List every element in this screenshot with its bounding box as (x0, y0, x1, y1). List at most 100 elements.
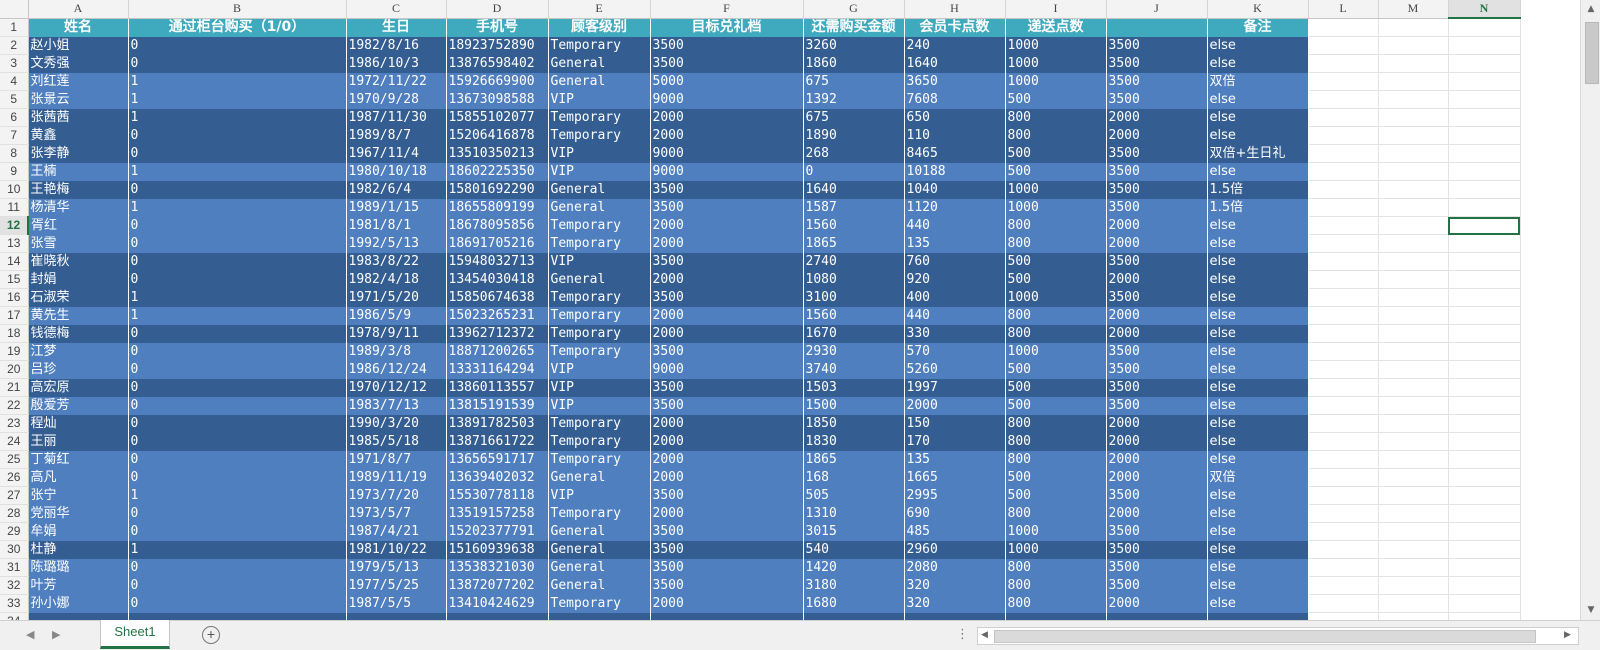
cell[interactable] (1308, 270, 1379, 289)
cell[interactable] (1378, 18, 1449, 37)
header-cell[interactable]: 还需购买金额 (803, 18, 905, 37)
cell[interactable] (1207, 612, 1309, 620)
cell[interactable]: else (1207, 450, 1309, 469)
cell[interactable]: 500 (1005, 378, 1107, 397)
cell[interactable]: 500 (1005, 270, 1107, 289)
cell[interactable]: 1080 (803, 270, 905, 289)
cell[interactable]: 石淑荣 (28, 288, 129, 307)
cell[interactable]: 505 (803, 486, 905, 505)
cell[interactable]: 刘红莲 (28, 72, 129, 91)
cell[interactable]: 党丽华 (28, 504, 129, 523)
cell[interactable]: else (1207, 162, 1309, 181)
cell[interactable] (1308, 594, 1379, 613)
header-cell[interactable]: 会员卡点数 (904, 18, 1006, 37)
cell[interactable] (1308, 540, 1379, 559)
cell[interactable]: Temporary (548, 306, 651, 325)
cell[interactable]: 2000 (650, 450, 804, 469)
cell[interactable]: 168 (803, 468, 905, 487)
row-header[interactable]: 18 (0, 324, 29, 343)
cell[interactable]: else (1207, 270, 1309, 289)
cell[interactable] (1378, 234, 1449, 253)
cell[interactable]: 800 (1005, 504, 1107, 523)
column-header-a[interactable]: A (28, 0, 129, 19)
scroll-down-icon[interactable]: ▼ (1584, 603, 1598, 617)
header-cell[interactable]: 递送点数 (1005, 18, 1107, 37)
cell[interactable]: 110 (904, 126, 1006, 145)
cell[interactable]: VIP (548, 252, 651, 271)
cell[interactable] (1448, 288, 1521, 307)
cell[interactable]: 2000 (650, 432, 804, 451)
cell[interactable]: 1.5倍 (1207, 180, 1309, 199)
cell[interactable]: 5260 (904, 360, 1006, 379)
row-header[interactable]: 31 (0, 558, 29, 577)
cell[interactable]: 3500 (1106, 180, 1208, 199)
cell[interactable] (1448, 198, 1521, 217)
cell[interactable]: else (1207, 432, 1309, 451)
cell[interactable]: General (548, 180, 651, 199)
cell[interactable]: Temporary (548, 450, 651, 469)
cell[interactable]: 2000 (650, 306, 804, 325)
cell[interactable]: 2000 (650, 270, 804, 289)
cell[interactable]: 690 (904, 504, 1006, 523)
cell[interactable] (1378, 288, 1449, 307)
cell[interactable]: 15801692290 (446, 180, 549, 199)
column-header-b[interactable]: B (128, 0, 347, 19)
cell[interactable]: 3500 (650, 522, 804, 541)
cell[interactable]: 2000 (650, 234, 804, 253)
cell[interactable]: 800 (1005, 450, 1107, 469)
cell[interactable]: 1970/9/28 (346, 90, 447, 109)
three-dots-icon[interactable]: ⋮ (956, 626, 969, 642)
cell[interactable]: 13891782503 (446, 414, 549, 433)
cell[interactable]: 3500 (1106, 144, 1208, 163)
cell[interactable] (1448, 468, 1521, 487)
cell[interactable]: 孙小娜 (28, 594, 129, 613)
cell[interactable]: 2080 (904, 558, 1006, 577)
next-sheet-icon[interactable]: ▶ (52, 628, 60, 641)
row-header[interactable]: 4 (0, 72, 29, 91)
cell[interactable]: 500 (1005, 144, 1107, 163)
cell[interactable]: 1973/7/20 (346, 486, 447, 505)
row-header[interactable]: 9 (0, 162, 29, 181)
cell[interactable]: else (1207, 504, 1309, 523)
cell[interactable] (1308, 198, 1379, 217)
cell[interactable]: 张茜茜 (28, 108, 129, 127)
cell[interactable]: 1978/9/11 (346, 324, 447, 343)
cell[interactable]: Temporary (548, 234, 651, 253)
cell[interactable]: 1980/10/18 (346, 162, 447, 181)
cell[interactable]: 2995 (904, 486, 1006, 505)
cell[interactable] (1448, 162, 1521, 181)
cell[interactable]: 13860113557 (446, 378, 549, 397)
cell[interactable]: 1.5倍 (1207, 198, 1309, 217)
cell[interactable]: 2930 (803, 342, 905, 361)
cell[interactable]: 3500 (1106, 288, 1208, 307)
cell[interactable]: 13331164294 (446, 360, 549, 379)
cell[interactable]: 0 (128, 504, 347, 523)
row-header[interactable]: 21 (0, 378, 29, 397)
column-header-n[interactable]: N (1448, 0, 1521, 19)
cell[interactable]: 15926669900 (446, 72, 549, 91)
cell[interactable]: 3500 (1106, 90, 1208, 109)
cell[interactable]: else (1207, 324, 1309, 343)
cell[interactable]: 1392 (803, 90, 905, 109)
cell[interactable]: 1310 (803, 504, 905, 523)
scroll-right-icon[interactable]: ▶ (1564, 629, 1571, 640)
cell[interactable] (1448, 234, 1521, 253)
cell[interactable] (803, 612, 905, 620)
cell[interactable]: 3500 (1106, 342, 1208, 361)
cell[interactable]: 1640 (904, 54, 1006, 73)
cell[interactable]: 18602225350 (446, 162, 549, 181)
cell[interactable]: 13538321030 (446, 558, 549, 577)
cell[interactable]: 1973/5/7 (346, 504, 447, 523)
cell[interactable] (1308, 504, 1379, 523)
row-header[interactable]: 22 (0, 396, 29, 415)
cell[interactable] (1378, 180, 1449, 199)
cell[interactable]: Temporary (548, 216, 651, 235)
cell[interactable] (1378, 540, 1449, 559)
cell[interactable]: 9000 (650, 144, 804, 163)
cell[interactable]: 2740 (803, 252, 905, 271)
cell[interactable]: 1989/8/7 (346, 126, 447, 145)
cell[interactable]: 1 (128, 288, 347, 307)
cell[interactable]: 0 (128, 144, 347, 163)
cell[interactable]: 3500 (1106, 360, 1208, 379)
column-header-m[interactable]: M (1378, 0, 1449, 19)
